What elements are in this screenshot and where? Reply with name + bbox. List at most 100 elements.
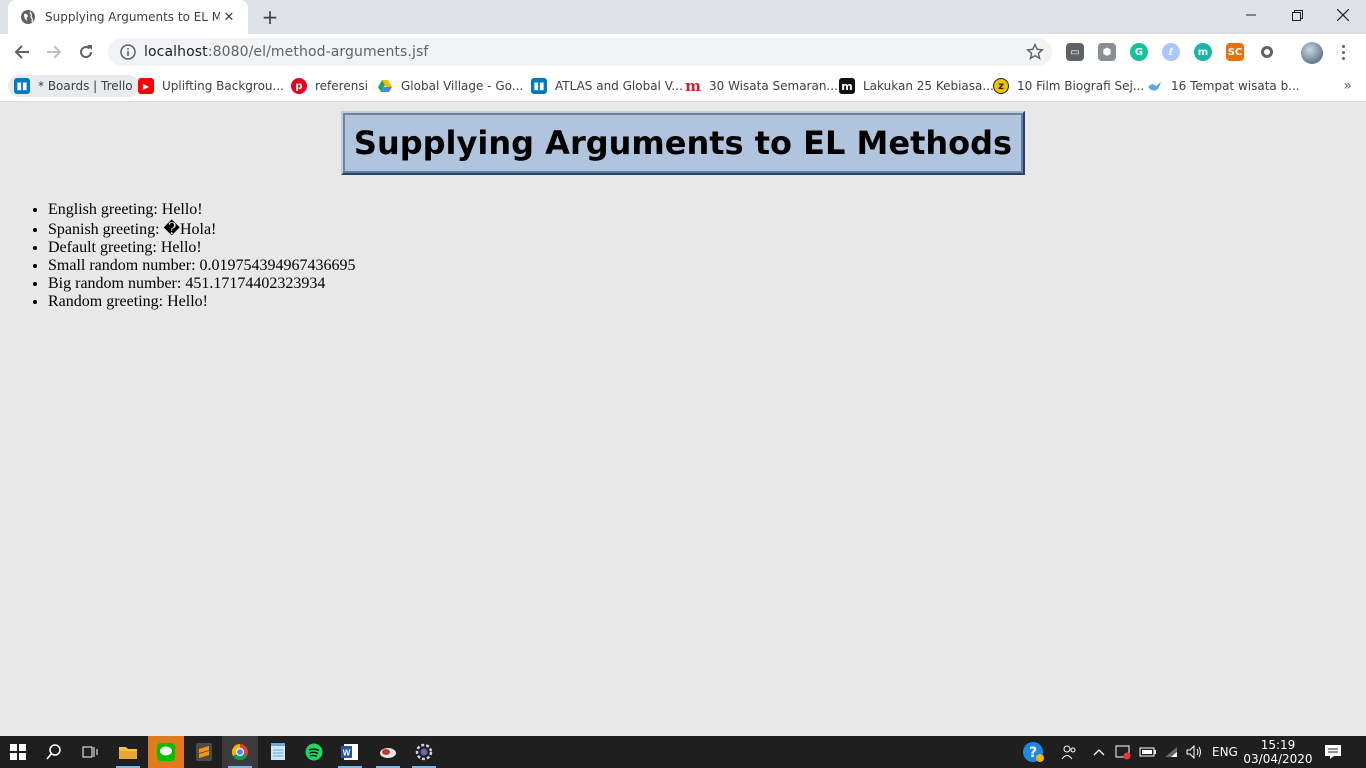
- notepad-icon: [271, 743, 285, 760]
- taskbar-settings-app[interactable]: [406, 736, 442, 768]
- restore-icon: [1291, 9, 1303, 21]
- browser-tab[interactable]: Supplying Arguments to EL Meth ✕: [8, 0, 248, 34]
- taskbar-word[interactable]: W: [332, 736, 368, 768]
- chevron-double-right-icon[interactable]: »: [1343, 78, 1352, 94]
- taskbar-chrome[interactable]: [222, 736, 258, 768]
- language-indicator[interactable]: ENG: [1212, 736, 1238, 768]
- bookmark-label: * Boards | Trello: [38, 79, 133, 93]
- bookmark-label: Global Village - Go...: [401, 79, 524, 93]
- clock-time: 15:19: [1260, 738, 1296, 752]
- bookmark-item[interactable]: m 30 Wisata Semaran...: [685, 75, 838, 97]
- chrome-icon: [231, 743, 248, 761]
- trello-icon: ▮▮: [531, 78, 547, 94]
- task-view-button[interactable]: [72, 736, 108, 768]
- chevron-up-icon[interactable]: [1093, 736, 1105, 768]
- taskbar-line[interactable]: [148, 736, 184, 768]
- taskbar-file-explorer[interactable]: [110, 736, 146, 768]
- extension-sc-icon[interactable]: SC: [1226, 43, 1244, 61]
- cloud-app-icon: [380, 748, 396, 758]
- search-button[interactable]: [36, 736, 72, 768]
- restore-button[interactable]: [1274, 0, 1320, 30]
- taskbar-cloud-app[interactable]: [370, 736, 406, 768]
- help-icon[interactable]: ?: [1022, 736, 1044, 768]
- start-button[interactable]: [0, 736, 36, 768]
- list-item: English greeting: Hello!: [48, 201, 356, 219]
- svg-text:?: ?: [1029, 745, 1037, 761]
- back-button[interactable]: [8, 38, 36, 66]
- extension-feather-icon[interactable]: ℓ: [1162, 43, 1180, 61]
- close-tab-icon[interactable]: ✕: [220, 8, 238, 26]
- wifi-icon[interactable]: [1163, 736, 1179, 768]
- bookmark-item[interactable]: z 10 Film Biografi Sej...: [993, 75, 1144, 97]
- m-red-icon: m: [685, 77, 701, 95]
- page-content: Supplying Arguments to EL Methods Englis…: [0, 103, 1366, 736]
- chrome-menu-icon[interactable]: [1336, 42, 1350, 62]
- url-text[interactable]: localhost:8080/el/method-arguments.jsf: [144, 44, 428, 60]
- svg-text:W: W: [343, 749, 351, 758]
- address-bar[interactable]: localhost:8080/el/method-arguments.jsf: [108, 38, 1052, 66]
- bookmark-item[interactable]: Global Village - Go...: [377, 75, 523, 97]
- profile-avatar[interactable]: [1301, 42, 1323, 64]
- extension-cube-icon[interactable]: ⬢: [1098, 43, 1116, 61]
- minimize-button[interactable]: [1228, 0, 1274, 30]
- grammarly-icon[interactable]: G: [1130, 43, 1148, 61]
- bookmark-label: 30 Wisata Semaran...: [709, 79, 838, 93]
- clock-date: 03/04/2020: [1243, 752, 1313, 766]
- globe-icon: [21, 10, 35, 24]
- taskbar-spotify[interactable]: [296, 736, 332, 768]
- bird-icon: [1148, 82, 1161, 91]
- forward-button[interactable]: [40, 38, 68, 66]
- bookmark-star-icon[interactable]: [1026, 43, 1044, 61]
- bookmark-label: 10 Film Biografi Sej...: [1017, 79, 1145, 93]
- line-chat-icon: [157, 743, 175, 761]
- task-view-icon: [82, 746, 98, 758]
- notifications-icon[interactable]: [1324, 736, 1342, 768]
- bookmark-item[interactable]: m Lakukan 25 Kebiasa...: [839, 75, 994, 97]
- system-clock[interactable]: 15:19 03/04/2020: [1240, 736, 1316, 768]
- arrow-right-icon: [47, 45, 62, 59]
- people-icon[interactable]: [1061, 736, 1077, 768]
- new-tab-button[interactable]: +: [259, 5, 281, 29]
- bookmarks-bar: ▮▮ * Boards | Trello ▶ Uplifting Backgro…: [0, 70, 1366, 102]
- heading-wrapper: Supplying Arguments to EL Methods: [0, 111, 1366, 175]
- page-title: Supplying Arguments to EL Methods: [340, 111, 1026, 175]
- word-icon: W: [341, 744, 358, 760]
- taskbar-notepad[interactable]: [260, 736, 296, 768]
- taskbar-sublime[interactable]: [186, 736, 222, 768]
- bookmark-item[interactable]: ▮▮ * Boards | Trello: [8, 75, 139, 97]
- arrow-left-icon: [14, 45, 29, 59]
- bookmark-item[interactable]: ▶ Uplifting Backgrou...: [138, 75, 284, 97]
- greeting-list: English greeting: Hello! Spanish greetin…: [48, 201, 356, 311]
- bookmark-label: Lakukan 25 Kebiasa...: [863, 79, 994, 93]
- battery-icon[interactable]: [1139, 736, 1157, 768]
- windows-taskbar: W ? ENG 15:19 03/04/2020: [0, 736, 1366, 768]
- sublime-text-icon: [196, 743, 212, 761]
- url-path: :8080/el/method-arguments.jsf: [207, 44, 429, 60]
- reload-button[interactable]: [72, 38, 100, 66]
- bookmark-label: Uplifting Backgrou...: [162, 79, 284, 93]
- bookmark-item[interactable]: p referensi: [291, 75, 368, 97]
- trello-icon: ▮▮: [14, 78, 30, 94]
- bookmark-label: ATLAS and Global V...: [555, 79, 683, 93]
- search-icon: [46, 744, 61, 760]
- bookmark-item[interactable]: 16 Tempat wisata b...: [1147, 75, 1300, 97]
- list-item: Random greeting: Hello!: [48, 293, 356, 311]
- list-item: Spanish greeting: �Hola!: [48, 221, 356, 239]
- gear-app-icon: [415, 743, 433, 761]
- bookmark-item[interactable]: ▮▮ ATLAS and Global V...: [531, 75, 683, 97]
- tray-app-icon[interactable]: [1115, 736, 1131, 768]
- bookmark-label: 16 Tempat wisata b...: [1171, 79, 1300, 93]
- close-window-button[interactable]: [1320, 0, 1366, 30]
- z-yellow-icon: z: [993, 78, 1009, 94]
- close-icon: [1337, 9, 1349, 21]
- youtube-icon: ▶: [138, 78, 154, 94]
- list-item: Big random number: 451.17174402323934: [48, 275, 356, 293]
- extension-circle-icon[interactable]: [1258, 43, 1276, 61]
- extension-chat-icon[interactable]: ▭: [1066, 43, 1084, 61]
- info-icon[interactable]: [120, 44, 136, 60]
- extension-m-icon[interactable]: m: [1194, 43, 1212, 61]
- spotify-icon: [305, 743, 323, 761]
- reload-icon: [80, 45, 93, 59]
- m-black-icon: m: [839, 78, 855, 94]
- volume-icon[interactable]: [1186, 736, 1204, 768]
